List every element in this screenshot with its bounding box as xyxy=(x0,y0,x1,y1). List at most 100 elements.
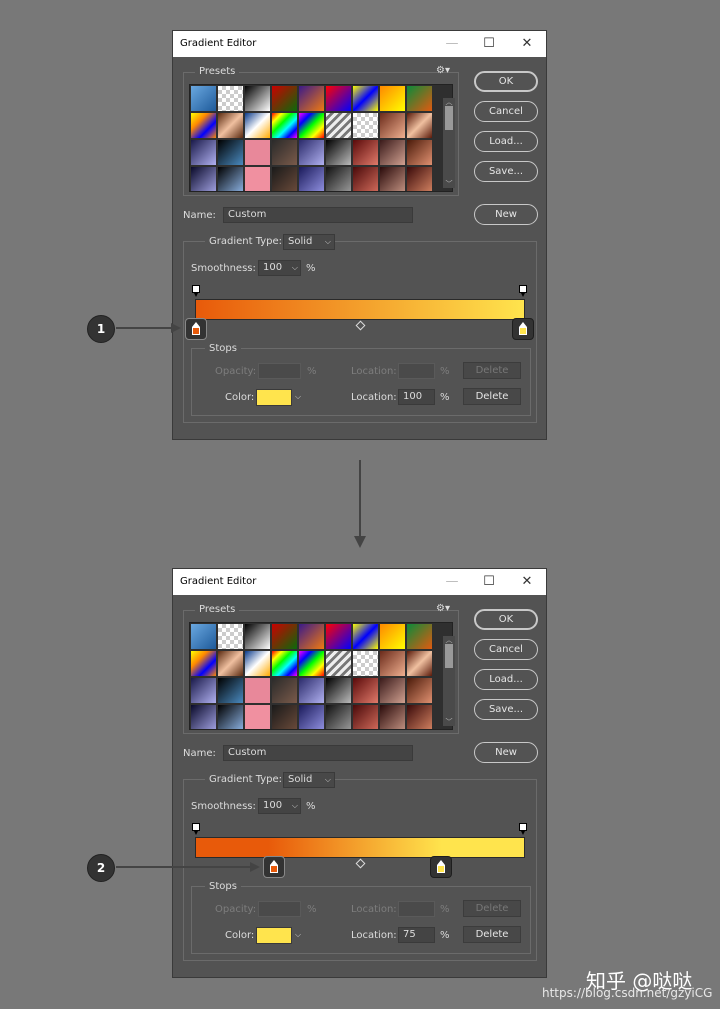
preset-swatch[interactable] xyxy=(326,113,351,138)
preset-swatch[interactable] xyxy=(380,624,405,649)
preset-swatch[interactable] xyxy=(245,113,270,138)
preset-swatch[interactable] xyxy=(245,167,270,191)
preset-swatch[interactable] xyxy=(380,167,405,191)
opacity-stop-left[interactable] xyxy=(192,285,200,297)
preset-swatch[interactable] xyxy=(407,140,432,165)
gradient-preview-bar[interactable] xyxy=(195,837,525,858)
preset-swatch[interactable] xyxy=(272,651,297,676)
scroll-up-icon[interactable]: ︿ xyxy=(443,636,455,644)
preset-swatch[interactable] xyxy=(218,624,243,649)
preset-swatch[interactable] xyxy=(245,624,270,649)
preset-swatch[interactable] xyxy=(353,678,378,703)
color-swatch[interactable] xyxy=(256,927,292,944)
preset-swatch[interactable] xyxy=(380,678,405,703)
preset-swatch[interactable] xyxy=(353,651,378,676)
preset-swatch[interactable] xyxy=(218,113,243,138)
minimize-icon[interactable]: — xyxy=(441,572,463,592)
color-location-input[interactable]: 100 xyxy=(398,389,435,405)
opacity-stop-left[interactable] xyxy=(192,823,200,835)
preset-swatch[interactable] xyxy=(326,624,351,649)
color-delete-button[interactable]: Delete xyxy=(463,388,521,405)
presets-scrollbar[interactable]: ︿ ﹀ xyxy=(443,636,455,726)
preset-swatch[interactable] xyxy=(407,624,432,649)
preset-swatch[interactable] xyxy=(407,113,432,138)
save-button[interactable]: Save... xyxy=(474,699,538,720)
gradient-preview-bar[interactable] xyxy=(195,299,525,320)
new-button[interactable]: New xyxy=(474,204,538,225)
close-icon[interactable]: ✕ xyxy=(516,572,538,592)
preset-swatch[interactable] xyxy=(191,113,216,138)
preset-swatch[interactable] xyxy=(326,140,351,165)
color-delete-button[interactable]: Delete xyxy=(463,926,521,943)
ok-button[interactable]: OK xyxy=(474,609,538,630)
load-button[interactable]: Load... xyxy=(474,669,538,690)
maximize-icon[interactable]: ☐ xyxy=(478,572,500,592)
opacity-stop-right[interactable] xyxy=(519,285,527,297)
preset-swatch[interactable] xyxy=(380,86,405,111)
ok-button[interactable]: OK xyxy=(474,71,538,92)
scroll-thumb[interactable] xyxy=(445,106,453,130)
preset-swatch[interactable] xyxy=(299,624,324,649)
color-stop-right[interactable] xyxy=(430,856,452,878)
preset-swatch[interactable] xyxy=(272,705,297,729)
preset-swatch[interactable] xyxy=(191,651,216,676)
name-input[interactable]: Custom xyxy=(223,745,413,761)
preset-swatch[interactable] xyxy=(191,86,216,111)
preset-swatch[interactable] xyxy=(299,140,324,165)
scroll-down-icon[interactable]: ﹀ xyxy=(443,718,455,726)
preset-swatch[interactable] xyxy=(272,678,297,703)
preset-swatch[interactable] xyxy=(326,167,351,191)
preset-swatch[interactable] xyxy=(218,678,243,703)
preset-swatch[interactable] xyxy=(407,705,432,729)
scroll-up-icon[interactable]: ︿ xyxy=(443,98,455,106)
preset-swatch[interactable] xyxy=(299,86,324,111)
preset-swatch[interactable] xyxy=(245,678,270,703)
chevron-down-icon[interactable]: ⌵ xyxy=(292,261,298,275)
preset-swatch[interactable] xyxy=(353,86,378,111)
chevron-down-icon[interactable]: ⌵ xyxy=(292,799,298,813)
preset-swatch[interactable] xyxy=(299,705,324,729)
preset-swatch[interactable] xyxy=(245,651,270,676)
preset-swatch[interactable] xyxy=(326,705,351,729)
scroll-thumb[interactable] xyxy=(445,644,453,668)
preset-swatch[interactable] xyxy=(218,86,243,111)
preset-swatch[interactable] xyxy=(272,140,297,165)
new-button[interactable]: New xyxy=(474,742,538,763)
preset-swatch[interactable] xyxy=(245,140,270,165)
preset-swatch[interactable] xyxy=(407,167,432,191)
preset-swatch[interactable] xyxy=(380,113,405,138)
smoothness-input[interactable]: 100 ⌵ xyxy=(258,798,301,814)
color-stop-left[interactable] xyxy=(185,318,207,340)
preset-swatch[interactable] xyxy=(191,678,216,703)
color-stop-right[interactable] xyxy=(512,318,534,340)
preset-swatch[interactable] xyxy=(191,624,216,649)
cancel-button[interactable]: Cancel xyxy=(474,639,538,660)
preset-swatch[interactable] xyxy=(407,678,432,703)
preset-swatch[interactable] xyxy=(191,167,216,191)
opacity-stop-right[interactable] xyxy=(519,823,527,835)
preset-swatch[interactable] xyxy=(191,140,216,165)
presets-scrollbar[interactable]: ︿ ﹀ xyxy=(443,98,455,188)
preset-swatch[interactable] xyxy=(353,705,378,729)
preset-swatch[interactable] xyxy=(326,651,351,676)
maximize-icon[interactable]: ☐ xyxy=(478,34,500,54)
preset-swatch[interactable] xyxy=(353,167,378,191)
preset-swatch[interactable] xyxy=(272,624,297,649)
preset-swatch[interactable] xyxy=(380,140,405,165)
preset-swatch[interactable] xyxy=(353,113,378,138)
presets-grid[interactable] xyxy=(189,622,453,730)
load-button[interactable]: Load... xyxy=(474,131,538,152)
presets-grid[interactable] xyxy=(189,84,453,192)
preset-swatch[interactable] xyxy=(407,651,432,676)
gradient-type-select[interactable]: Solid ⌵ xyxy=(283,234,335,250)
preset-swatch[interactable] xyxy=(218,705,243,729)
minimize-icon[interactable]: — xyxy=(441,34,463,54)
preset-swatch[interactable] xyxy=(353,140,378,165)
preset-swatch[interactable] xyxy=(299,651,324,676)
chevron-down-icon[interactable]: ⌵ xyxy=(295,930,301,940)
cancel-button[interactable]: Cancel xyxy=(474,101,538,122)
preset-swatch[interactable] xyxy=(326,678,351,703)
chevron-down-icon[interactable]: ⌵ xyxy=(295,392,301,402)
preset-swatch[interactable] xyxy=(353,624,378,649)
color-swatch[interactable] xyxy=(256,389,292,406)
